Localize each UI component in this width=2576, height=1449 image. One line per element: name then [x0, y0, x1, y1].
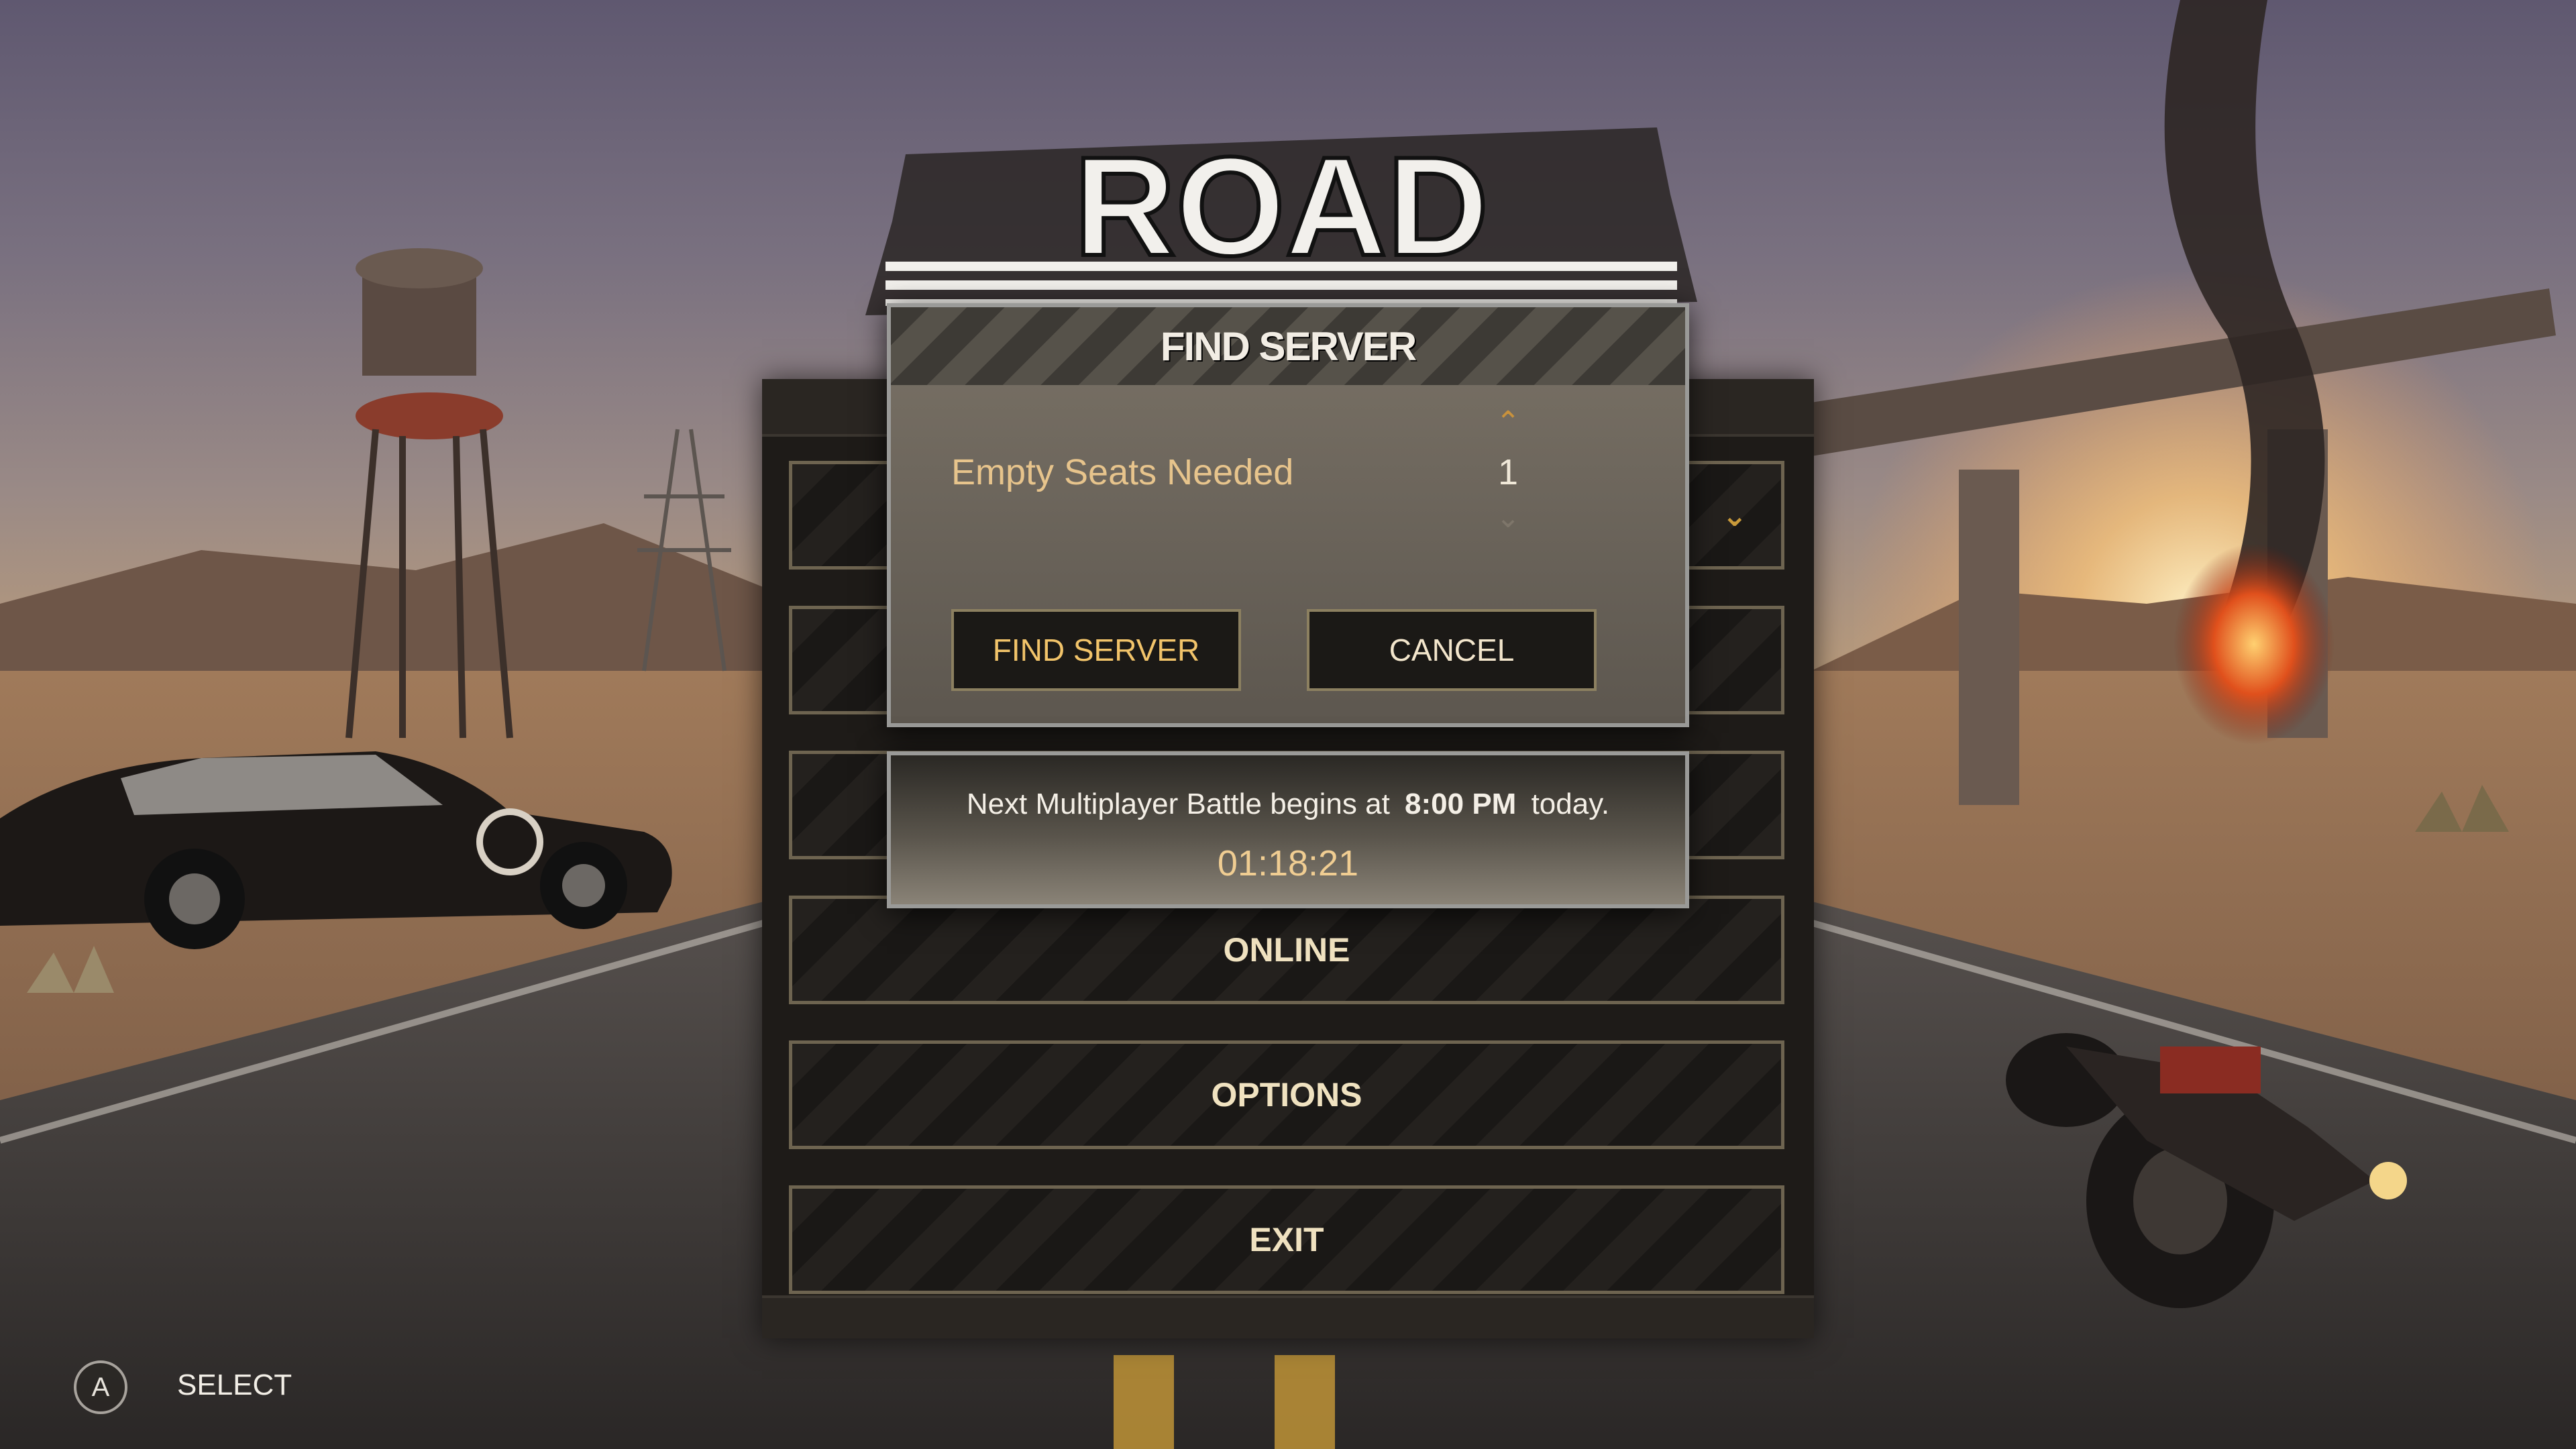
chevron-up-icon[interactable]: ⌃ [1490, 408, 1526, 437]
next-battle-suffix: today. [1531, 788, 1610, 820]
battle-countdown: 01:18:21 [1217, 843, 1359, 883]
find-server-button[interactable]: FIND SERVER [951, 609, 1241, 691]
menu-item-options[interactable]: OPTIONS [789, 1040, 1784, 1149]
cancel-button[interactable]: CANCEL [1307, 609, 1597, 691]
next-battle-time: 8:00 PM [1405, 788, 1517, 820]
dialog-title: FIND SERVER [891, 307, 1685, 385]
logo-text: ROAD [1074, 127, 1489, 285]
next-battle-info: Next Multiplayer Battle begins at 8:00 P… [887, 751, 1689, 908]
select-hint-label: SELECT [177, 1368, 292, 1401]
menu-item-online-label: ONLINE [1223, 931, 1350, 969]
game-scene: ROAD ⌄ ONLINE OPTIONS EXIT FIND SERVER ⌃… [0, 0, 2576, 1449]
menu-item-exit-label: EXIT [1249, 1221, 1324, 1258]
a-button-icon: A [74, 1360, 127, 1414]
menu-item-options-label: OPTIONS [1211, 1076, 1362, 1114]
empty-seats-value[interactable]: 1 [1495, 451, 1521, 493]
chevron-down-icon[interactable]: ⌄ [1721, 497, 1748, 533]
next-battle-text: Next Multiplayer Battle begins at 8:00 P… [891, 788, 1685, 821]
chevron-down-icon[interactable]: ⌄ [1490, 503, 1526, 533]
menu-item-online[interactable]: ONLINE [789, 896, 1784, 1004]
find-server-dialog: FIND SERVER ⌃ Empty Seats Needed 1 ⌄ FIN… [887, 303, 1689, 727]
empty-seats-label: Empty Seats Needed [951, 452, 1294, 492]
menu-item-exit[interactable]: EXIT [789, 1185, 1784, 1294]
next-battle-prefix: Next Multiplayer Battle begins at [966, 788, 1390, 820]
